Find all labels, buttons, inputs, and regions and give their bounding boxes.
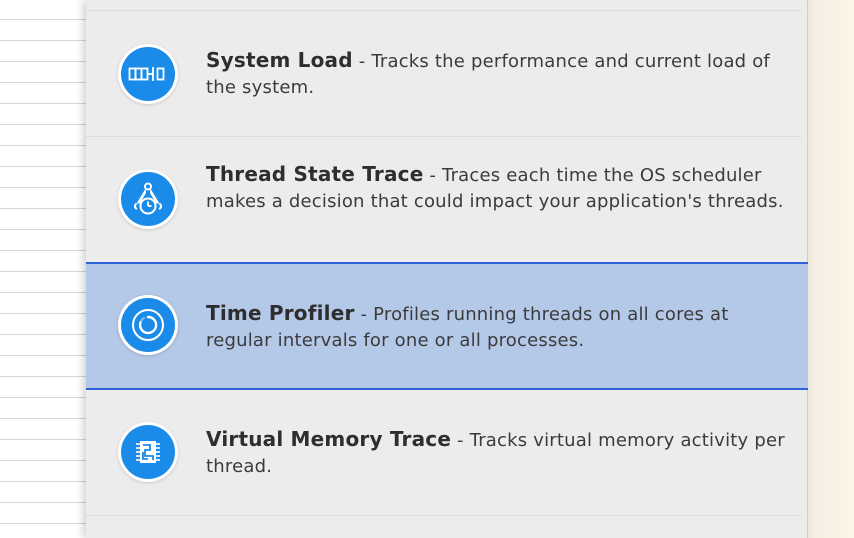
row-separator — [86, 515, 801, 516]
list-item-thread-state-trace[interactable]: Thread State Trace - Traces each time th… — [86, 137, 808, 262]
instrument-title: Virtual Memory Trace — [206, 427, 452, 451]
instrument-list[interactable]: System Load - Tracks the performance and… — [86, 0, 808, 538]
list-item-system-load[interactable]: System Load - Tracks the performance and… — [86, 11, 808, 136]
list-item-virtual-memory-trace[interactable]: Virtual Memory Trace - Tracks virtual me… — [86, 390, 808, 515]
list-item-text: Time Profiler - Profiles running threads… — [206, 300, 786, 354]
title-separator: - — [354, 304, 374, 325]
background-document-panel — [0, 0, 86, 538]
list-item-text: Thread State Trace - Traces each time th… — [206, 161, 786, 215]
title-separator: - — [352, 51, 372, 72]
list-item-text: Virtual Memory Trace - Tracks virtual me… — [206, 426, 786, 480]
virtual-memory-trace-icon — [121, 425, 175, 479]
background-window-edge — [808, 0, 854, 538]
list-item-text: System Load - Tracks the performance and… — [206, 47, 786, 101]
title-separator: - — [423, 165, 443, 186]
thread-state-trace-icon — [121, 172, 175, 226]
title-separator: - — [451, 430, 470, 451]
instrument-title: Time Profiler — [206, 301, 355, 325]
list-item-time-profiler[interactable]: Time Profiler - Profiles running threads… — [86, 262, 808, 390]
time-profiler-icon — [121, 298, 175, 352]
instrument-title: System Load — [206, 48, 353, 72]
system-load-icon — [121, 47, 175, 101]
instrument-title: Thread State Trace — [206, 162, 424, 186]
